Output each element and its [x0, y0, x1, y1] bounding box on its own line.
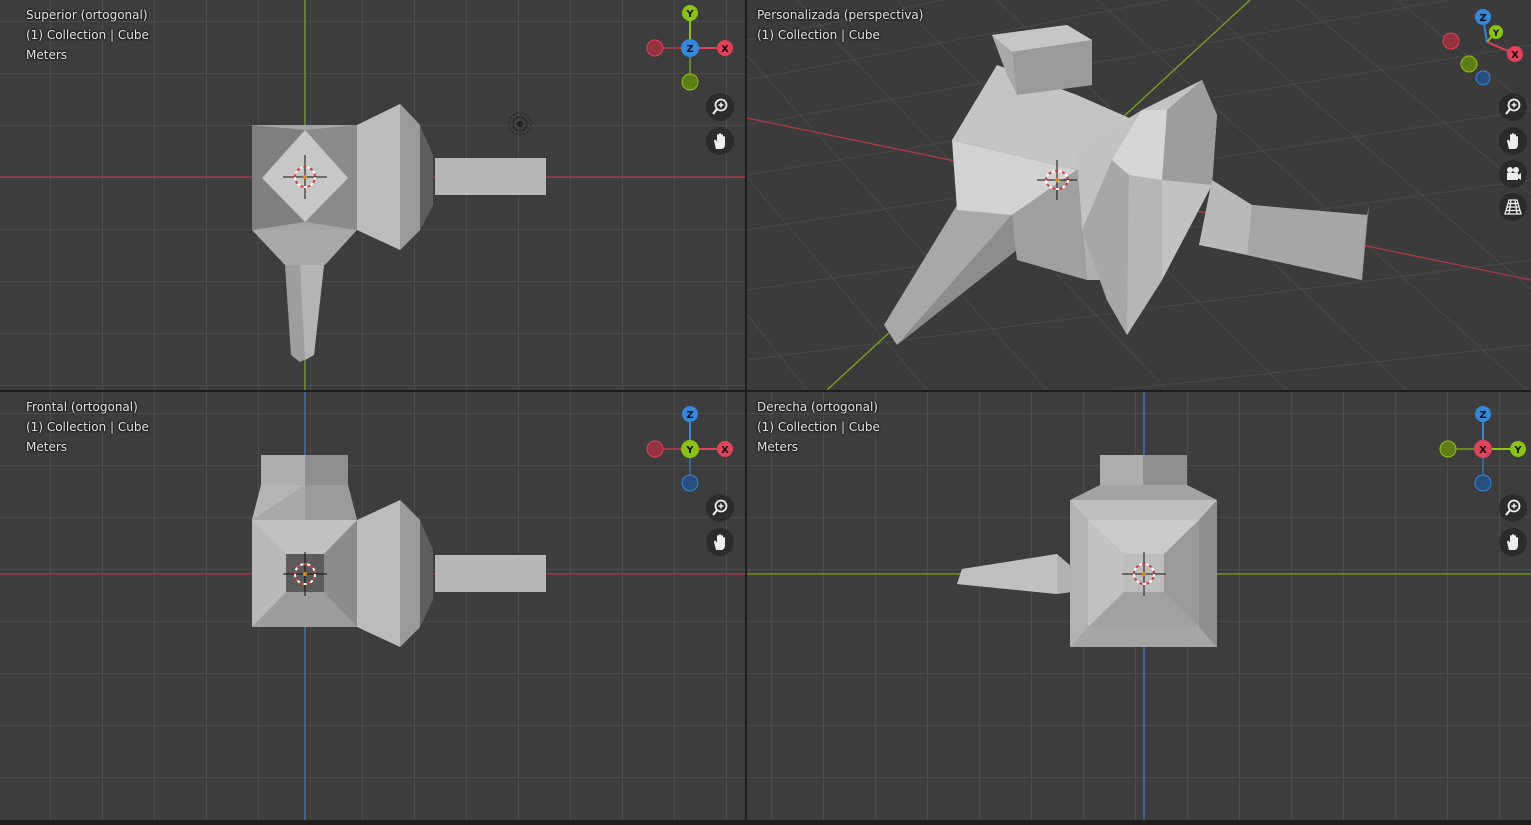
mesh-handle	[435, 158, 546, 195]
navigation-gizmo	[1439, 406, 1526, 492]
viewport-title: Superior (ortogonal)	[26, 8, 148, 22]
viewport-title: Personalizada (perspectiva)	[757, 8, 924, 22]
zoom-icon	[1505, 499, 1521, 516]
perspective-view-scene	[747, 0, 1531, 390]
mesh-lid	[261, 455, 305, 485]
zoom-button[interactable]	[706, 494, 734, 522]
zoom-icon	[712, 499, 728, 516]
unit-label: Meters	[26, 440, 68, 454]
light-object-icon	[508, 112, 532, 136]
zoom-button[interactable]	[706, 93, 734, 121]
mesh-spout	[884, 205, 1012, 345]
status-bar	[0, 820, 1531, 825]
zoom-icon	[1505, 98, 1521, 115]
viewport-info: Derecha (ortogonal) (1) Collection | Cub…	[757, 397, 880, 457]
viewport-front[interactable]: Z X Y Frontal (ortogonal) (1) Collection…	[0, 392, 745, 820]
viewport-info: Personalizada (perspectiva) (1) Collecti…	[757, 5, 923, 45]
mesh-lid	[1100, 455, 1143, 485]
pan-button[interactable]	[1499, 127, 1527, 155]
camera-icon	[1507, 167, 1521, 180]
zoom-button[interactable]	[1499, 494, 1527, 522]
active-object-label: (1) Collection | Cube	[26, 28, 149, 42]
viewport-perspective[interactable]: Z Y X Personalizada (perspectiva) (1) Co…	[747, 0, 1531, 390]
navigation-gizmo	[1442, 9, 1523, 86]
grid-perspective-icon	[1504, 199, 1522, 215]
hand-pan-icon	[1507, 534, 1518, 550]
active-object-label: (1) Collection | Cube	[26, 420, 149, 434]
mesh-handle	[435, 555, 546, 592]
viewport-title: Derecha (ortogonal)	[757, 400, 878, 414]
active-object-label: (1) Collection | Cube	[757, 420, 880, 434]
camera-view-button[interactable]	[1499, 160, 1527, 188]
viewport-info: Frontal (ortogonal) (1) Collection | Cub…	[26, 397, 149, 457]
hand-pan-icon	[714, 534, 725, 550]
hand-pan-icon	[714, 133, 725, 149]
pan-button[interactable]	[706, 528, 734, 556]
viewport-title: Frontal (ortogonal)	[26, 400, 138, 414]
active-object-label: (1) Collection | Cube	[757, 28, 880, 42]
navigation-gizmo	[646, 5, 733, 91]
viewport-info: Superior (ortogonal) (1) Collection | Cu…	[26, 5, 149, 65]
unit-label: Meters	[26, 48, 68, 62]
viewport-right[interactable]: Z Y X Derecha (ortogonal) (1) Collection…	[747, 392, 1531, 820]
viewport-top[interactable]: Y X Z Superior (ortogonal) (1) Collectio…	[0, 0, 745, 390]
perspective-toggle-button[interactable]	[1499, 193, 1527, 221]
hand-pan-icon	[1507, 133, 1518, 149]
zoom-button[interactable]	[1499, 93, 1527, 121]
zoom-icon	[712, 98, 728, 115]
pan-button[interactable]	[1499, 528, 1527, 556]
unit-label: Meters	[757, 440, 799, 454]
pan-button[interactable]	[706, 127, 734, 155]
navigation-gizmo	[646, 406, 733, 492]
